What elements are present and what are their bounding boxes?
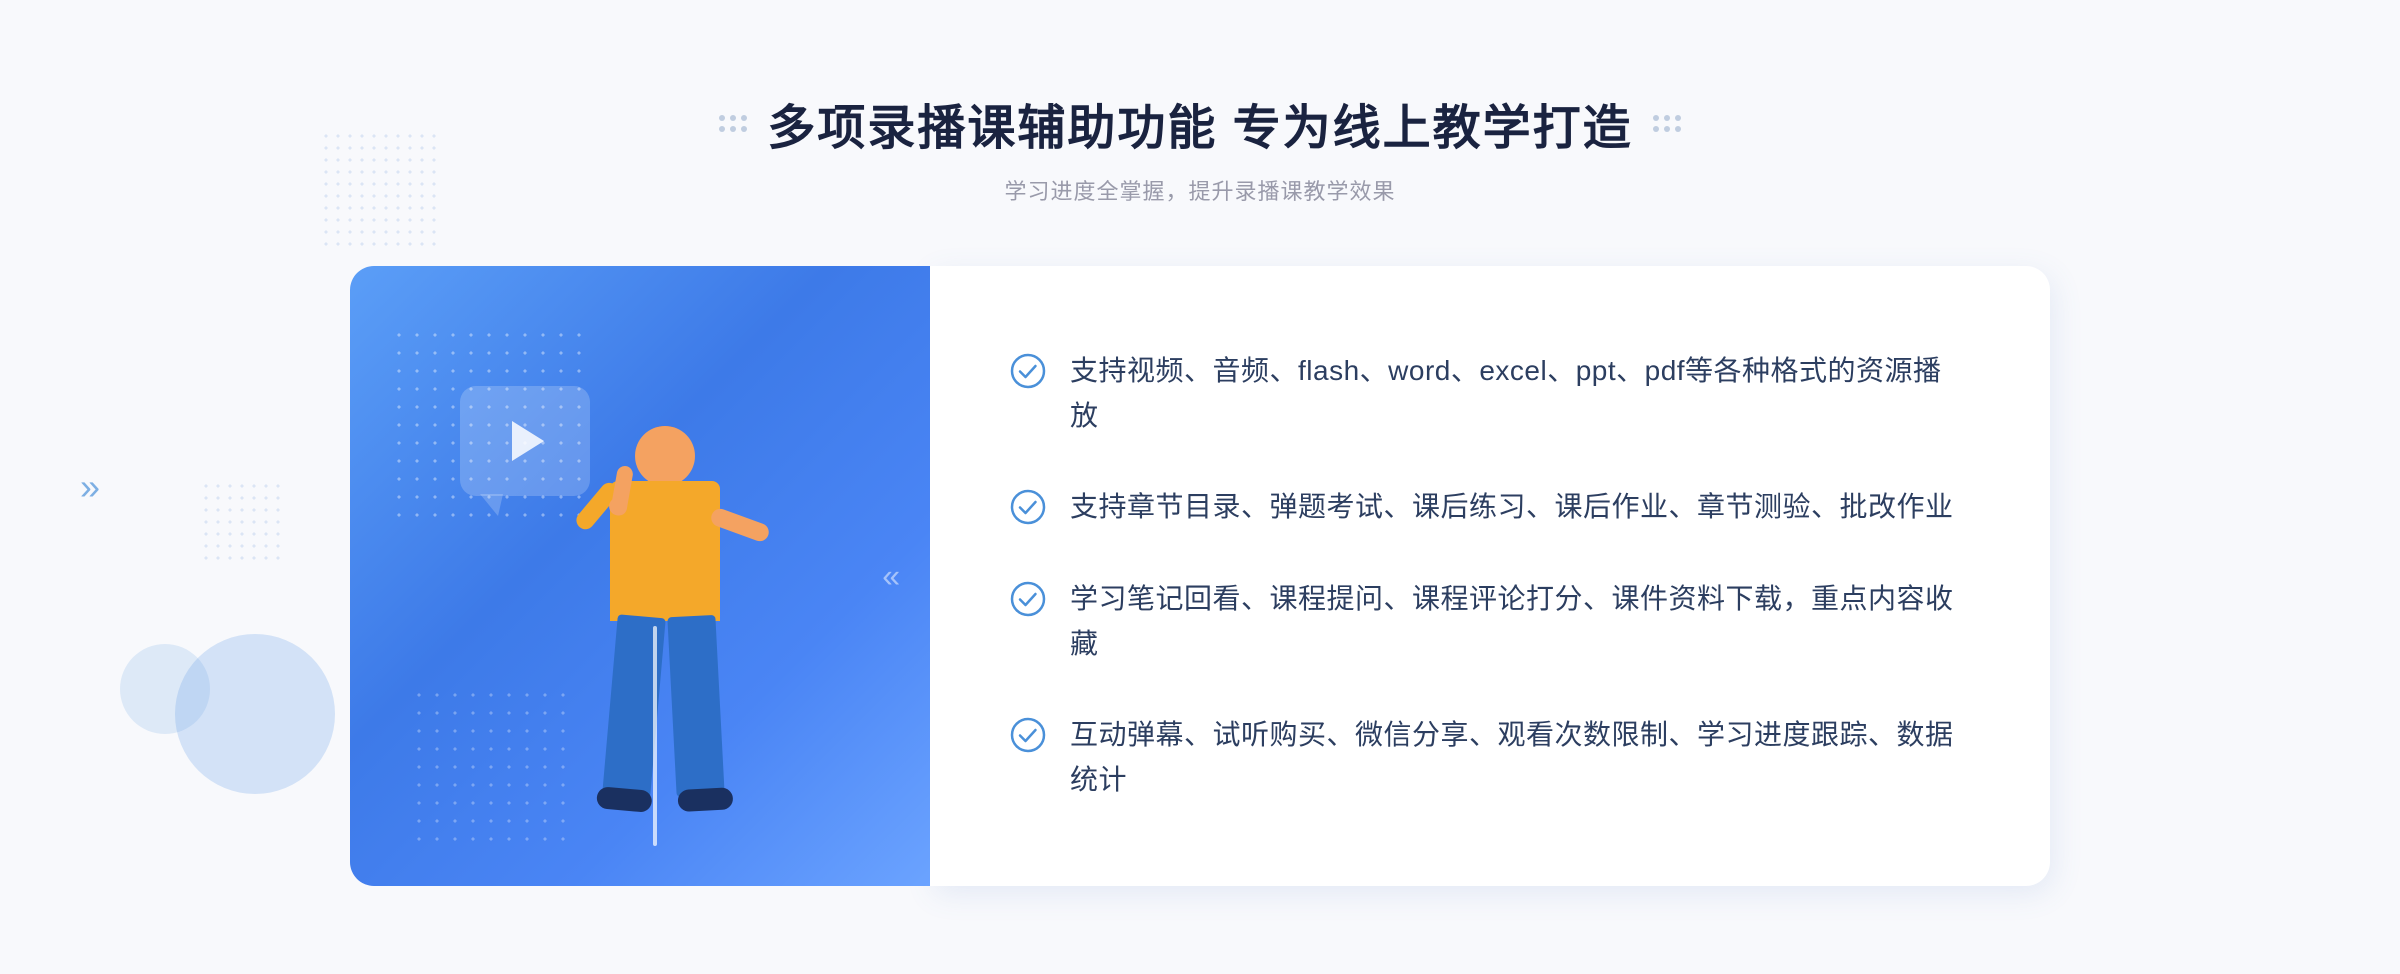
feature-item-2: 支持章节目录、弹题考试、课后练习、课后作业、章节测验、批改作业 — [1010, 475, 1970, 540]
header-title-wrapper: 多项录播课辅助功能 专为线上教学打造 — [719, 88, 1680, 158]
person-leg-right — [667, 615, 724, 797]
circle-decoration-small — [120, 644, 210, 734]
feature-item-4: 互动弹幕、试听购买、微信分享、观看次数限制、学习进度跟踪、数据统计 — [1010, 703, 1970, 813]
dot — [741, 115, 747, 121]
header-section: 多项录播课辅助功能 专为线上教学打造 学习进度全掌握，提升录播课教学效果 — [719, 88, 1680, 206]
dot — [719, 115, 725, 121]
check-icon-1 — [1010, 353, 1046, 389]
feature-item-3: 学习笔记回看、课程提问、课程评论打分、课件资料下载，重点内容收藏 — [1010, 567, 1970, 677]
dot — [1664, 115, 1670, 121]
page-subtitle: 学习进度全掌握，提升录播课教学效果 — [719, 174, 1680, 206]
dot — [1675, 126, 1681, 132]
main-content: « 支持视频、音频、flash、word、excel、ppt、pdf等各种格式的… — [350, 266, 2050, 886]
dot — [730, 126, 736, 132]
dots-decoration-top-left — [320, 130, 440, 250]
feature-text-2: 支持章节目录、弹题考试、课后练习、课后作业、章节测验、批改作业 — [1070, 485, 1954, 530]
dot — [1664, 126, 1670, 132]
arrow-left-decoration: » — [80, 466, 100, 508]
check-icon-3 — [1010, 581, 1046, 617]
feature-item-1: 支持视频、音频、flash、word、excel、ppt、pdf等各种格式的资源… — [1010, 339, 1970, 449]
person-line-accent — [653, 626, 657, 846]
person-head — [635, 426, 695, 486]
person-foot-right — [677, 787, 733, 812]
check-icon-4 — [1010, 717, 1046, 753]
illustration-panel: « — [350, 266, 930, 886]
feature-text-4: 互动弹幕、试听购买、微信分享、观看次数限制、学习进度跟踪、数据统计 — [1070, 713, 1970, 803]
dot — [1675, 115, 1681, 121]
person-legs — [610, 616, 720, 796]
check-icon-2 — [1010, 489, 1046, 525]
feature-text-3: 学习笔记回看、课程提问、课程评论打分、课件资料下载，重点内容收藏 — [1070, 577, 1970, 667]
feature-text-1: 支持视频、音频、flash、word、excel、ppt、pdf等各种格式的资源… — [1070, 349, 1970, 439]
header-dots-right — [1653, 115, 1681, 132]
person-illustration — [490, 426, 790, 886]
dot — [1653, 115, 1659, 121]
person-foot-left — [596, 786, 653, 813]
header-dots-left — [719, 115, 747, 132]
page-container: » 多项录播课辅助功能 专为线上教学打造 — [0, 0, 2400, 974]
page-title: 多项录播课辅助功能 专为线上教学打造 — [767, 88, 1632, 158]
illus-chevron-right: « — [882, 558, 900, 595]
dot — [741, 126, 747, 132]
dot — [719, 126, 725, 132]
dot — [1653, 126, 1659, 132]
dot — [730, 115, 736, 121]
dots-decoration-mid-left — [200, 480, 280, 560]
features-panel: 支持视频、音频、flash、word、excel、ppt、pdf等各种格式的资源… — [930, 266, 2050, 886]
